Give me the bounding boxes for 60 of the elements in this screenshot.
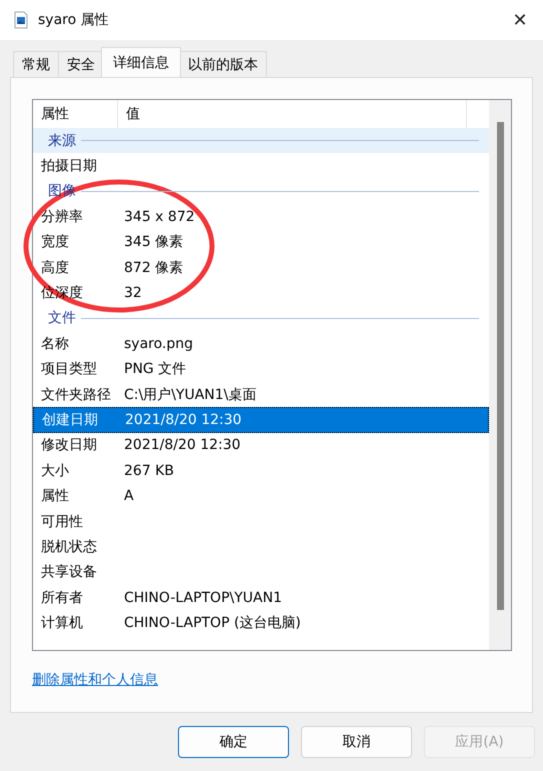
list-row[interactable]: 分辨率 345 x 872 [33,204,489,230]
group-row[interactable]: 文件 [33,306,489,332]
property-name: 大小 [40,462,70,480]
dialog-button[interactable]: 确定 [178,726,289,758]
property-value: PNG 文件 [123,360,186,378]
list-row[interactable]: 属性 A [33,483,489,509]
list-row[interactable]: 拍摄日期 [33,153,489,179]
property-name: 项目类型 [40,360,98,378]
list-row[interactable]: 共享设备 [33,560,489,586]
property-value: 345 像素 [123,233,184,252]
list-row[interactable]: 脱机状态 [33,534,489,560]
close-button[interactable]: ✕ [497,0,543,40]
list-row[interactable]: 大小 267 KB [33,458,489,484]
property-value: syaro.png [123,336,194,352]
property-value: CHINO-LAPTOP (这台电脑) [123,614,301,632]
scrollbar-thumb[interactable] [496,122,504,610]
property-name: 所有者 [40,588,84,607]
property-value: 2021/8/20 12:30 [124,412,242,428]
tab[interactable]: 以前的版本 [179,51,267,77]
list-row[interactable]: 高度 872 像素 [33,254,489,280]
list-row[interactable]: 可用性 [33,508,489,534]
scrollbar[interactable] [489,100,511,650]
property-value: 32 [123,285,142,302]
property-name: 计算机 [40,614,84,632]
property-name: 共享设备 [40,563,98,582]
property-name: 宽度 [40,233,70,252]
property-value: 345 x 872 [123,208,195,225]
window-title: syaro 属性 [38,11,110,29]
property-name: 脱机状态 [40,538,98,556]
list-row[interactable]: 修改日期 2021/8/20 12:30 [33,432,489,458]
remove-properties-link[interactable]: 删除属性和个人信息 [32,671,158,689]
list-row[interactable]: 所有者 CHINO-LAPTOP\YUAN1 [33,585,489,610]
property-name: 名称 [40,334,70,353]
property-value: A [123,488,134,504]
property-name: 可用性 [40,512,84,531]
list-row[interactable]: 项目类型 PNG 文件 [33,356,489,382]
property-value: CHINO-LAPTOP\YUAN1 [123,590,282,606]
property-name: 高度 [40,258,70,277]
property-value: C:\用户\YUAN1\桌面 [123,386,256,404]
property-name: 创建日期 [41,410,99,429]
tab[interactable]: 详细信息 [101,47,181,77]
list-row[interactable]: 宽度 345 像素 [33,230,489,255]
property-value: 267 KB [123,462,174,479]
image-file-icon [14,11,28,29]
group-row[interactable]: 来源 [33,128,489,154]
list-row[interactable]: 文件夹路径 C:\用户\YUAN1\桌面 [33,382,489,408]
group-header: 文件 [48,309,76,328]
property-name: 分辨率 [40,208,84,226]
tab[interactable]: 常规 [13,51,59,77]
property-value: 872 像素 [123,258,184,277]
dialog-button[interactable]: 取消 [301,726,412,758]
group-header: 来源 [48,132,76,150]
list-row[interactable]: 创建日期 2021/8/20 12:30 [33,407,489,433]
property-value: 2021/8/20 12:30 [123,437,241,454]
property-name: 属性 [40,487,70,506]
property-name: 文件夹路径 [40,386,112,404]
list-row[interactable]: 名称 syaro.png [33,331,489,357]
property-name: 拍摄日期 [40,157,98,176]
list-row[interactable]: 计算机 CHINO-LAPTOP (这台电脑) [33,610,489,636]
property-name: 修改日期 [40,436,98,454]
